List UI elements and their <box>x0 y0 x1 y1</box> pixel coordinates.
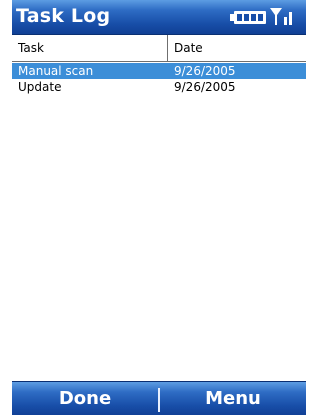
done-softkey[interactable]: Done <box>12 382 158 415</box>
list-item[interactable]: Update 9/26/2005 <box>12 79 306 95</box>
status-icons <box>226 4 298 28</box>
list-item-date: 9/26/2005 <box>174 64 236 78</box>
title-bar: Task Log <box>12 0 306 35</box>
page-title: Task Log <box>16 5 111 27</box>
battery-icon <box>230 11 266 24</box>
list-item-task: Update <box>18 80 62 94</box>
softkey-bar: Done Menu <box>12 381 306 415</box>
menu-softkey[interactable]: Menu <box>160 382 306 415</box>
column-header-date[interactable]: Date <box>168 35 306 61</box>
column-header-task[interactable]: Task <box>12 35 168 61</box>
column-header: Task Date <box>12 35 306 62</box>
task-list: Manual scan 9/26/2005 Update 9/26/2005 <box>12 63 306 95</box>
list-item[interactable]: Manual scan 9/26/2005 <box>12 63 306 79</box>
list-item-date: 9/26/2005 <box>174 80 236 94</box>
list-item-task: Manual scan <box>18 64 94 78</box>
phone-screen: Task Log Task Date Manual scan 9/26/2005… <box>12 0 306 415</box>
signal-icon <box>270 8 292 25</box>
